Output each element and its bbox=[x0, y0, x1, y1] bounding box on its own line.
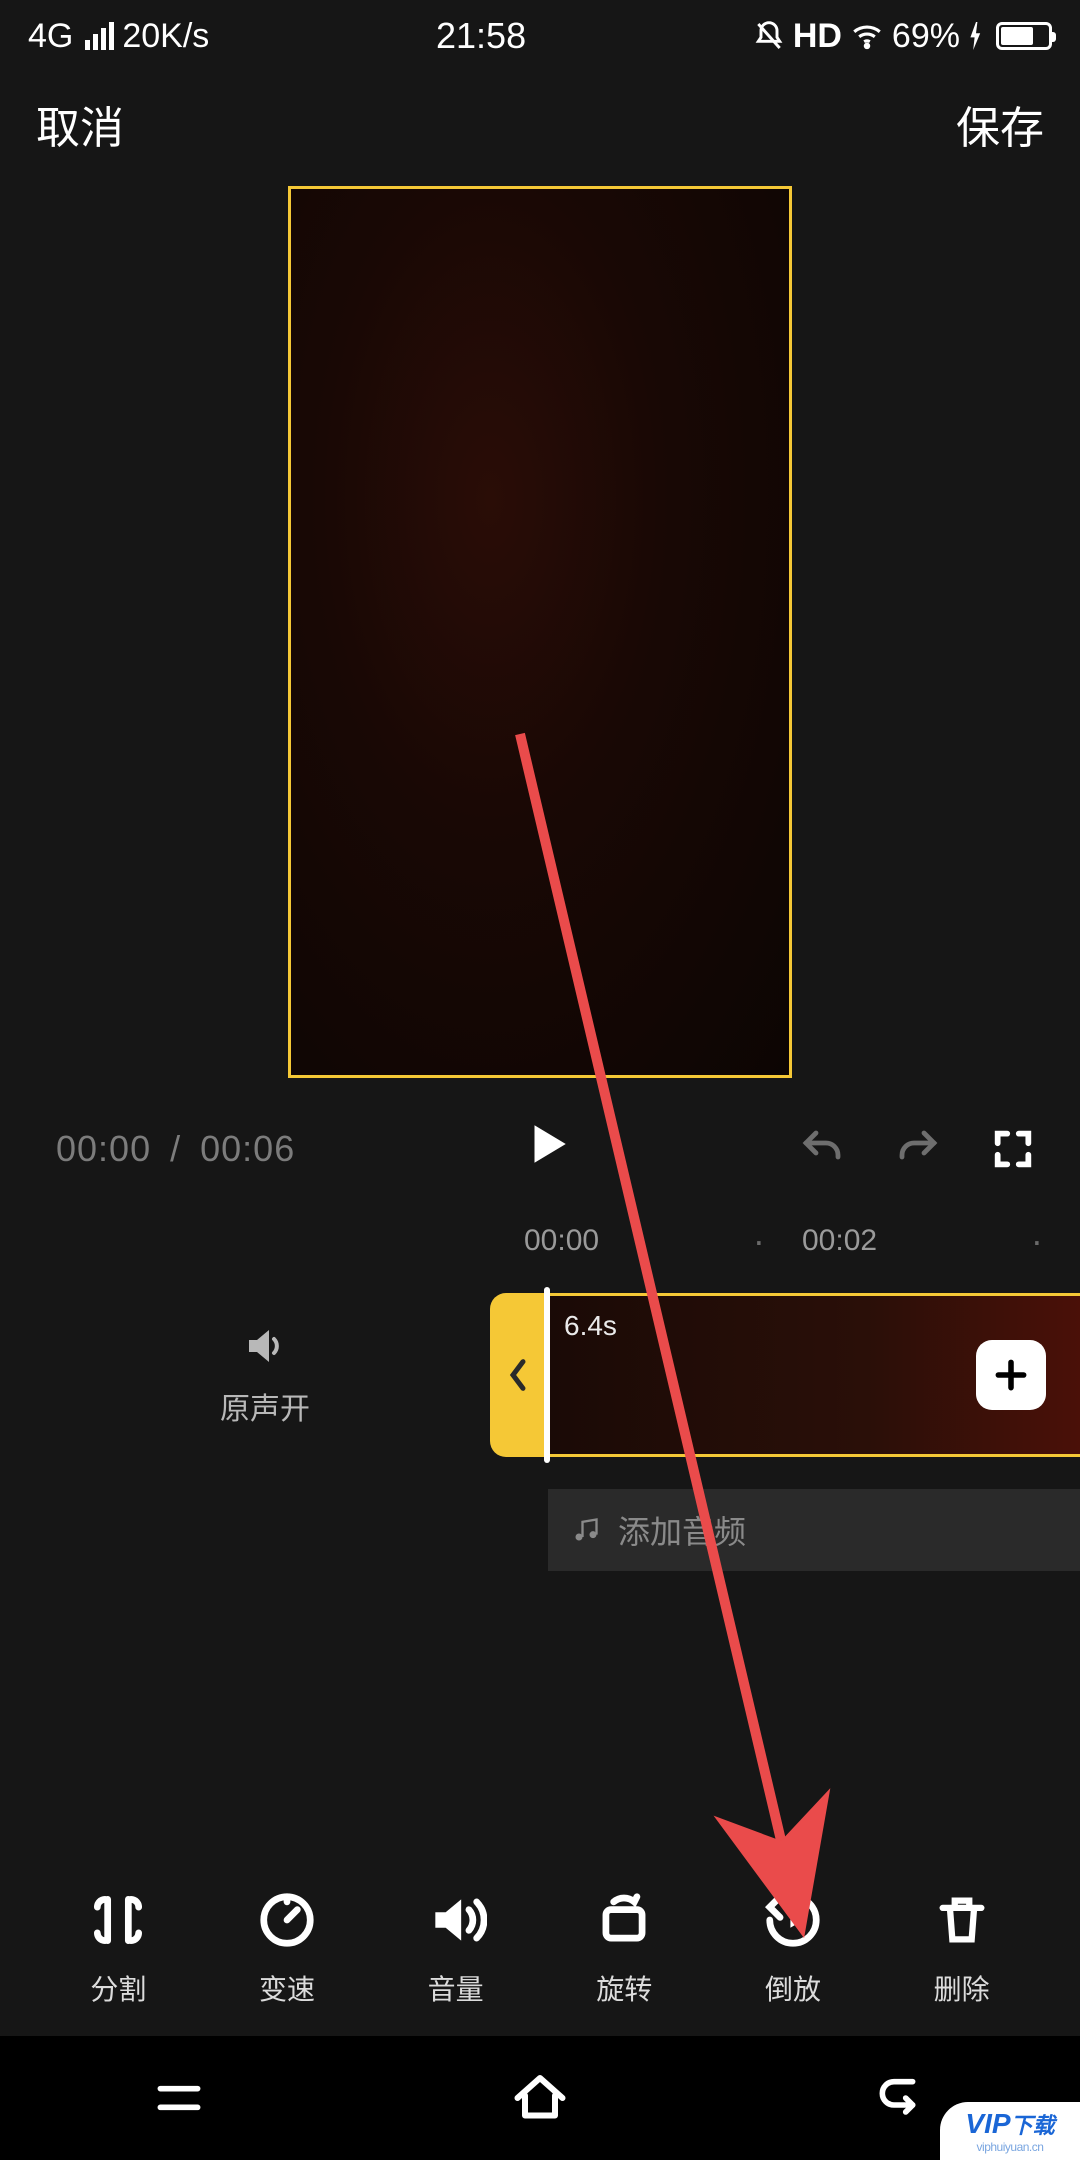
add-audio-button[interactable]: 添加音频 bbox=[548, 1489, 1080, 1571]
split-icon bbox=[87, 1890, 149, 1950]
network-speed: 20K/s bbox=[122, 17, 209, 56]
video-preview[interactable] bbox=[288, 186, 792, 1078]
save-button[interactable]: 保存 bbox=[956, 92, 1044, 156]
ruler-tick: 00:00 bbox=[524, 1224, 716, 1258]
signal-icon bbox=[85, 22, 114, 50]
tool-split[interactable]: 分割 bbox=[53, 1890, 183, 2008]
tool-volume[interactable]: 音量 bbox=[391, 1890, 521, 2008]
dnd-icon bbox=[753, 20, 785, 52]
tool-rotate[interactable]: 旋转 bbox=[559, 1890, 689, 2008]
clip-duration: 6.4s bbox=[564, 1310, 617, 1342]
battery-pct: 69% bbox=[892, 17, 960, 56]
charging-icon bbox=[968, 22, 984, 50]
volume-tool-icon bbox=[425, 1890, 487, 1950]
timeline[interactable]: 00:00 · 00:02 · 原声开 6.4s bbox=[0, 1211, 1080, 1731]
nav-back-button[interactable] bbox=[873, 2070, 929, 2126]
hd-label: HD bbox=[793, 17, 842, 56]
tool-reverse[interactable]: 倒放 bbox=[728, 1890, 858, 2008]
wifi-icon bbox=[850, 19, 884, 53]
add-clip-button[interactable] bbox=[976, 1340, 1046, 1410]
nav-home-button[interactable] bbox=[510, 2068, 570, 2128]
trash-icon bbox=[933, 1890, 991, 1950]
network-label: 4G bbox=[28, 17, 73, 56]
editor-header: 取消 保存 bbox=[0, 72, 1080, 176]
ruler-tick: 00:02 bbox=[802, 1224, 994, 1258]
rotate-icon bbox=[593, 1890, 655, 1950]
music-icon bbox=[572, 1516, 600, 1544]
undo-button[interactable] bbox=[798, 1125, 846, 1173]
playback-controls: 00:00 / 00:06 bbox=[0, 1078, 1080, 1201]
system-nav-bar bbox=[0, 2036, 1080, 2160]
clip-left-handle[interactable] bbox=[490, 1293, 546, 1457]
sound-label: 原声开 bbox=[220, 1384, 310, 1428]
redo-button[interactable] bbox=[894, 1125, 942, 1173]
volume-icon bbox=[241, 1322, 289, 1370]
clock: 21:58 bbox=[436, 15, 526, 57]
add-audio-label: 添加音频 bbox=[618, 1507, 746, 1553]
time-display: 00:00 / 00:06 bbox=[56, 1128, 295, 1170]
original-sound-toggle[interactable]: 原声开 bbox=[0, 1322, 530, 1428]
nav-recents-button[interactable] bbox=[151, 2070, 207, 2126]
speed-icon bbox=[256, 1890, 318, 1950]
fullscreen-button[interactable] bbox=[990, 1126, 1036, 1172]
tool-bar: 分割 变速 音量 旋转 倒放 bbox=[0, 1890, 1080, 2036]
battery-icon bbox=[996, 22, 1052, 50]
playhead[interactable] bbox=[544, 1287, 550, 1463]
status-bar: 4G 20K/s 21:58 HD 69% bbox=[0, 0, 1080, 72]
tool-speed[interactable]: 变速 bbox=[222, 1890, 352, 2008]
reverse-icon bbox=[762, 1890, 824, 1950]
play-button[interactable] bbox=[522, 1116, 572, 1181]
video-clip[interactable]: 6.4s bbox=[546, 1293, 1080, 1457]
time-ruler: 00:00 · 00:02 · bbox=[0, 1211, 1080, 1271]
tool-delete[interactable]: 删除 bbox=[897, 1890, 1027, 2008]
cancel-button[interactable]: 取消 bbox=[36, 92, 124, 156]
